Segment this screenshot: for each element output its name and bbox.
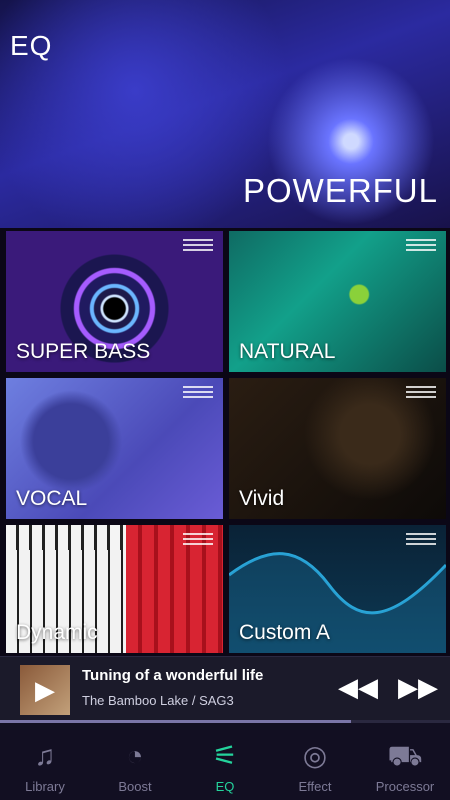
menu-icon[interactable] <box>406 386 436 400</box>
tab-library[interactable]: ♫ Library <box>0 723 90 800</box>
track-artist: The Bamboo Lake / SAG3 <box>82 693 234 708</box>
bottom-tab-bar: ♫ Library ◔ Boost ⚟ EQ ◎ Effect ⛟ Proces… <box>0 723 450 800</box>
tab-processor[interactable]: ⛟ Processor <box>360 723 450 800</box>
powerful-preset-label: POWERFUL <box>242 172 438 209</box>
preset-tile-vocal[interactable]: VOCAL <box>6 378 223 519</box>
tab-label: Boost <box>118 779 152 794</box>
library-icon: ♫ <box>34 740 56 771</box>
menu-icon[interactable] <box>406 533 436 547</box>
preset-label: VOCAL <box>16 487 88 510</box>
preset-label: Vivid <box>239 487 285 510</box>
tab-effect[interactable]: ◎ Effect <box>270 723 360 800</box>
car-icon: ⛟ <box>387 740 423 771</box>
preset-label: Custom A <box>239 621 331 644</box>
preset-tile-vivid[interactable]: Vivid <box>229 378 446 519</box>
menu-icon[interactable] <box>183 533 213 547</box>
now-playing-bar[interactable]: ▶ Tuning of a wonderful life The Bamboo … <box>0 656 450 720</box>
powerful-preset-banner[interactable]: EQ POWERFUL <box>0 0 450 228</box>
play-icon: ▶ <box>35 674 55 705</box>
preset-tile-natural[interactable]: NATURAL <box>229 231 446 372</box>
speedometer-icon: ◔ <box>126 740 144 771</box>
tab-label: EQ <box>215 779 235 794</box>
tab-boost[interactable]: ◔ Boost <box>90 723 180 800</box>
menu-icon[interactable] <box>183 239 213 253</box>
preset-label: SUPER BASS <box>16 340 151 363</box>
next-track-button[interactable]: ▶▶ <box>398 673 438 701</box>
tab-label: Library <box>25 779 65 794</box>
page-title: EQ <box>10 30 53 61</box>
preset-label: NATURAL <box>239 340 336 363</box>
tab-label: Processor <box>375 779 435 794</box>
preset-tile-custom-a[interactable]: Custom A <box>229 525 446 653</box>
tab-label: Effect <box>298 779 332 794</box>
menu-icon[interactable] <box>406 239 436 253</box>
preset-tile-super-bass[interactable]: SUPER BASS <box>6 231 223 372</box>
eq-wand-icon: ⚟ <box>212 740 238 771</box>
fx-icon: ◎ <box>302 740 328 771</box>
previous-track-button[interactable]: ◀◀ <box>338 673 378 701</box>
menu-icon[interactable] <box>183 386 213 400</box>
track-title: Tuning of a wonderful life <box>82 667 264 684</box>
preset-tile-dynamic[interactable]: Dynamic <box>6 525 223 653</box>
play-button[interactable]: ▶ <box>20 665 70 715</box>
tab-eq[interactable]: ⚟ EQ <box>180 723 270 800</box>
preset-label: Dynamic <box>16 621 98 644</box>
